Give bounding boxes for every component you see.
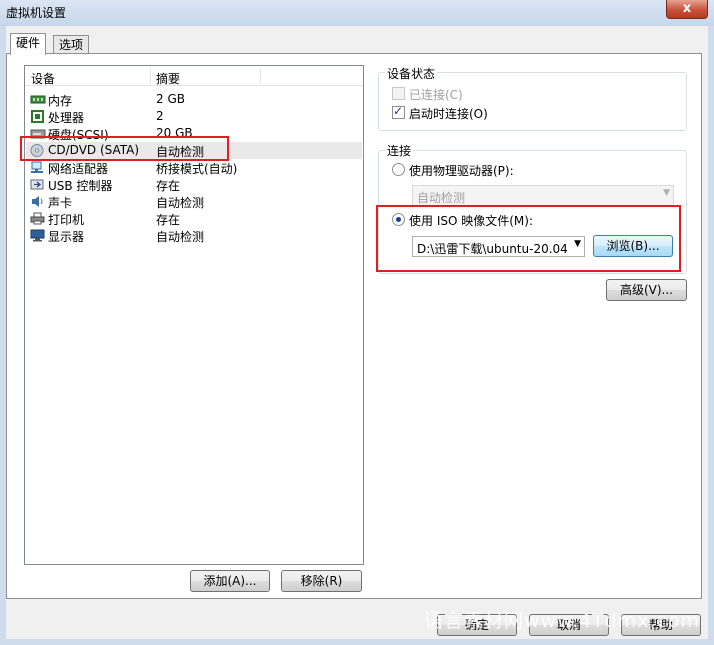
- tab-options[interactable]: 选项: [53, 35, 90, 55]
- column-device[interactable]: 设备: [31, 70, 55, 87]
- tab-hardware[interactable]: 硬件: [10, 33, 47, 55]
- cd-dvd-highlight-box: [20, 136, 229, 161]
- connect-at-power-on-checkbox[interactable]: ✓: [392, 104, 405, 119]
- device-row-processor[interactable]: 处理器 2: [26, 108, 362, 125]
- network-adapter-icon: [31, 161, 43, 173]
- sound-card-icon: [32, 196, 43, 207]
- connected-checkbox[interactable]: [392, 87, 405, 100]
- connected-label: 已连接(C): [409, 88, 463, 102]
- chevron-down-icon: ▼: [663, 188, 670, 198]
- column-summary[interactable]: 摘要: [156, 70, 180, 87]
- device-row-usb-controller[interactable]: USB 控制器 存在: [26, 176, 362, 193]
- advanced-button[interactable]: 高级(V)...: [606, 279, 687, 301]
- display-icon: [30, 229, 45, 242]
- check-mark-icon: ✓: [393, 104, 404, 118]
- device-row-display[interactable]: 显示器 自动检测: [26, 227, 362, 244]
- device-list-header: 设备 摘要: [25, 66, 363, 86]
- usb-controller-icon: [30, 179, 44, 190]
- iso-highlight-box: [376, 205, 681, 272]
- processor-icon: [31, 110, 44, 123]
- device-row-network-adapter[interactable]: 网络适配器 桥接模式(自动): [26, 159, 362, 176]
- watermark-text: 语言素材网www.4Tdmx.com: [424, 610, 701, 632]
- device-row-memory[interactable]: 内存 2 GB: [26, 91, 362, 108]
- connection-title: 连接: [385, 142, 414, 159]
- title-bar: 虚拟机设置 x: [0, 0, 714, 26]
- remove-device-button[interactable]: 移除(R): [281, 570, 362, 592]
- device-status-title: 设备状态: [385, 65, 438, 82]
- physical-drive-select[interactable]: 自动检测 ▼: [412, 185, 674, 206]
- close-button[interactable]: x: [666, 0, 708, 19]
- device-row-sound-card[interactable]: 声卡 自动检测: [26, 193, 362, 210]
- memory-icon: [30, 95, 46, 104]
- connect-at-power-on-label: 启动时连接(O): [409, 107, 488, 121]
- printer-icon: [30, 212, 45, 225]
- device-row-printer[interactable]: 打印机 存在: [26, 210, 362, 227]
- add-device-button[interactable]: 添加(A)...: [190, 570, 270, 592]
- physical-drive-label: 使用物理驱动器(P):: [409, 164, 514, 178]
- physical-drive-radio[interactable]: [392, 163, 405, 176]
- window-title: 虚拟机设置: [6, 6, 67, 20]
